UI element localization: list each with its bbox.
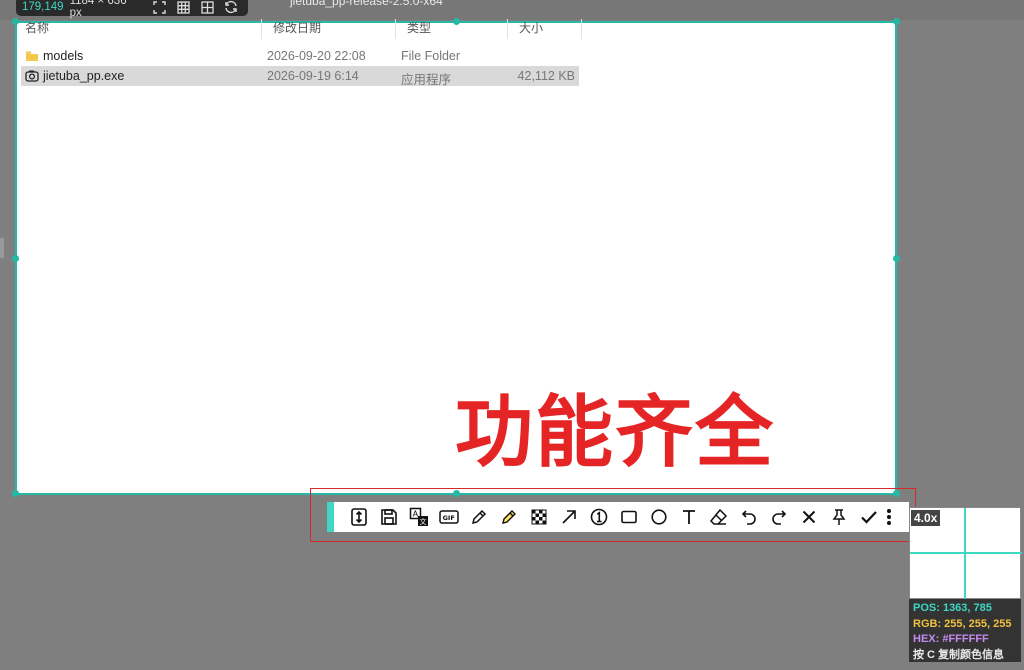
fullscreen-icon[interactable] bbox=[149, 0, 171, 15]
more-options-icon[interactable] bbox=[884, 505, 894, 529]
translate-icon[interactable]: A文 bbox=[404, 505, 434, 529]
breadcrumb: jietuba_pp-release-2.5.0-x64 bbox=[290, 0, 443, 8]
file-name: jietuba_pp.exe bbox=[43, 69, 125, 83]
mosaic-icon[interactable] bbox=[524, 505, 554, 529]
column-size[interactable]: 大小 bbox=[519, 19, 543, 36]
gif-icon[interactable]: GIF bbox=[434, 505, 464, 529]
resize-handle-right[interactable] bbox=[893, 255, 900, 262]
resize-handle-top[interactable] bbox=[453, 18, 460, 25]
color-info-panel: POS: 1363, 785 RGB: 255, 255, 255 HEX: #… bbox=[909, 599, 1021, 662]
list-item[interactable]: models 2026-09-20 22:08 File Folder bbox=[21, 46, 579, 66]
resize-handle-top-left[interactable] bbox=[12, 18, 19, 25]
grid-icon[interactable] bbox=[173, 0, 195, 15]
zoom-level: 4.0x bbox=[911, 510, 941, 526]
undo-icon[interactable] bbox=[734, 505, 764, 529]
resize-handle-top-right[interactable] bbox=[893, 18, 900, 25]
hex-value: HEX: #FFFFFF bbox=[913, 633, 989, 645]
cursor-position: POS: 1363, 785 bbox=[913, 602, 992, 614]
svg-text:文: 文 bbox=[420, 517, 427, 526]
circle-icon[interactable] bbox=[644, 505, 674, 529]
annotation-toolbar: A文 GIF bbox=[327, 502, 909, 532]
crosshair-icon[interactable] bbox=[197, 0, 219, 15]
arrow-icon[interactable] bbox=[554, 505, 584, 529]
svg-text:A: A bbox=[413, 510, 419, 519]
save-icon[interactable] bbox=[374, 505, 404, 529]
text-icon[interactable] bbox=[674, 505, 704, 529]
file-modified: 2026-09-20 22:08 bbox=[267, 49, 366, 63]
file-name: models bbox=[43, 49, 84, 63]
file-list-header: 名称 修改日期 类型 大小 bbox=[23, 19, 583, 36]
close-icon[interactable] bbox=[794, 505, 824, 529]
column-name[interactable]: 名称 bbox=[25, 19, 49, 36]
file-size: 42,112 KB bbox=[517, 69, 575, 83]
column-divider bbox=[395, 19, 396, 39]
column-divider bbox=[261, 19, 262, 39]
column-modified[interactable]: 修改日期 bbox=[273, 19, 321, 36]
file-type: File Folder bbox=[401, 49, 461, 63]
number-icon[interactable] bbox=[584, 505, 614, 529]
eraser-icon[interactable] bbox=[704, 505, 734, 529]
file-modified: 2026-09-19 6:14 bbox=[267, 69, 359, 83]
pen-icon[interactable] bbox=[464, 505, 494, 529]
selection-position: 179,149 bbox=[22, 1, 64, 13]
long-screenshot-icon[interactable] bbox=[344, 505, 374, 529]
refresh-icon[interactable] bbox=[220, 0, 242, 15]
rectangle-icon[interactable] bbox=[614, 505, 644, 529]
file-type: 应用程序 bbox=[401, 73, 452, 87]
column-type[interactable]: 类型 bbox=[407, 19, 431, 36]
column-divider bbox=[581, 19, 582, 39]
highlighter-icon[interactable] bbox=[494, 505, 524, 529]
window-edge bbox=[0, 238, 4, 258]
resize-handle-bottom-left[interactable] bbox=[12, 490, 19, 497]
annotation-text: 功能齐全 bbox=[455, 388, 776, 476]
confirm-icon[interactable] bbox=[854, 505, 884, 529]
list-item[interactable]: jietuba_pp.exe 2026-09-19 6:14 应用程序 42,1… bbox=[21, 66, 579, 87]
app-icon bbox=[25, 69, 39, 83]
copy-color-hint: 按 C 复制颜色信息 bbox=[913, 648, 1005, 661]
magnifier-crosshair-horizontal bbox=[910, 552, 1022, 554]
resize-handle-left[interactable] bbox=[12, 255, 19, 262]
svg-text:GIF: GIF bbox=[443, 514, 455, 522]
pin-icon[interactable] bbox=[824, 505, 854, 529]
selection-size: 1184 × 636 px bbox=[69, 0, 127, 19]
selection-info-bar: 179,149 1184 × 636 px bbox=[16, 0, 248, 19]
rgb-value: RGB: 255, 255, 255 bbox=[913, 617, 1012, 630]
redo-icon[interactable] bbox=[764, 505, 794, 529]
magnifier-crosshair-vertical bbox=[964, 508, 966, 600]
column-divider bbox=[507, 19, 508, 39]
folder-icon bbox=[25, 49, 39, 63]
